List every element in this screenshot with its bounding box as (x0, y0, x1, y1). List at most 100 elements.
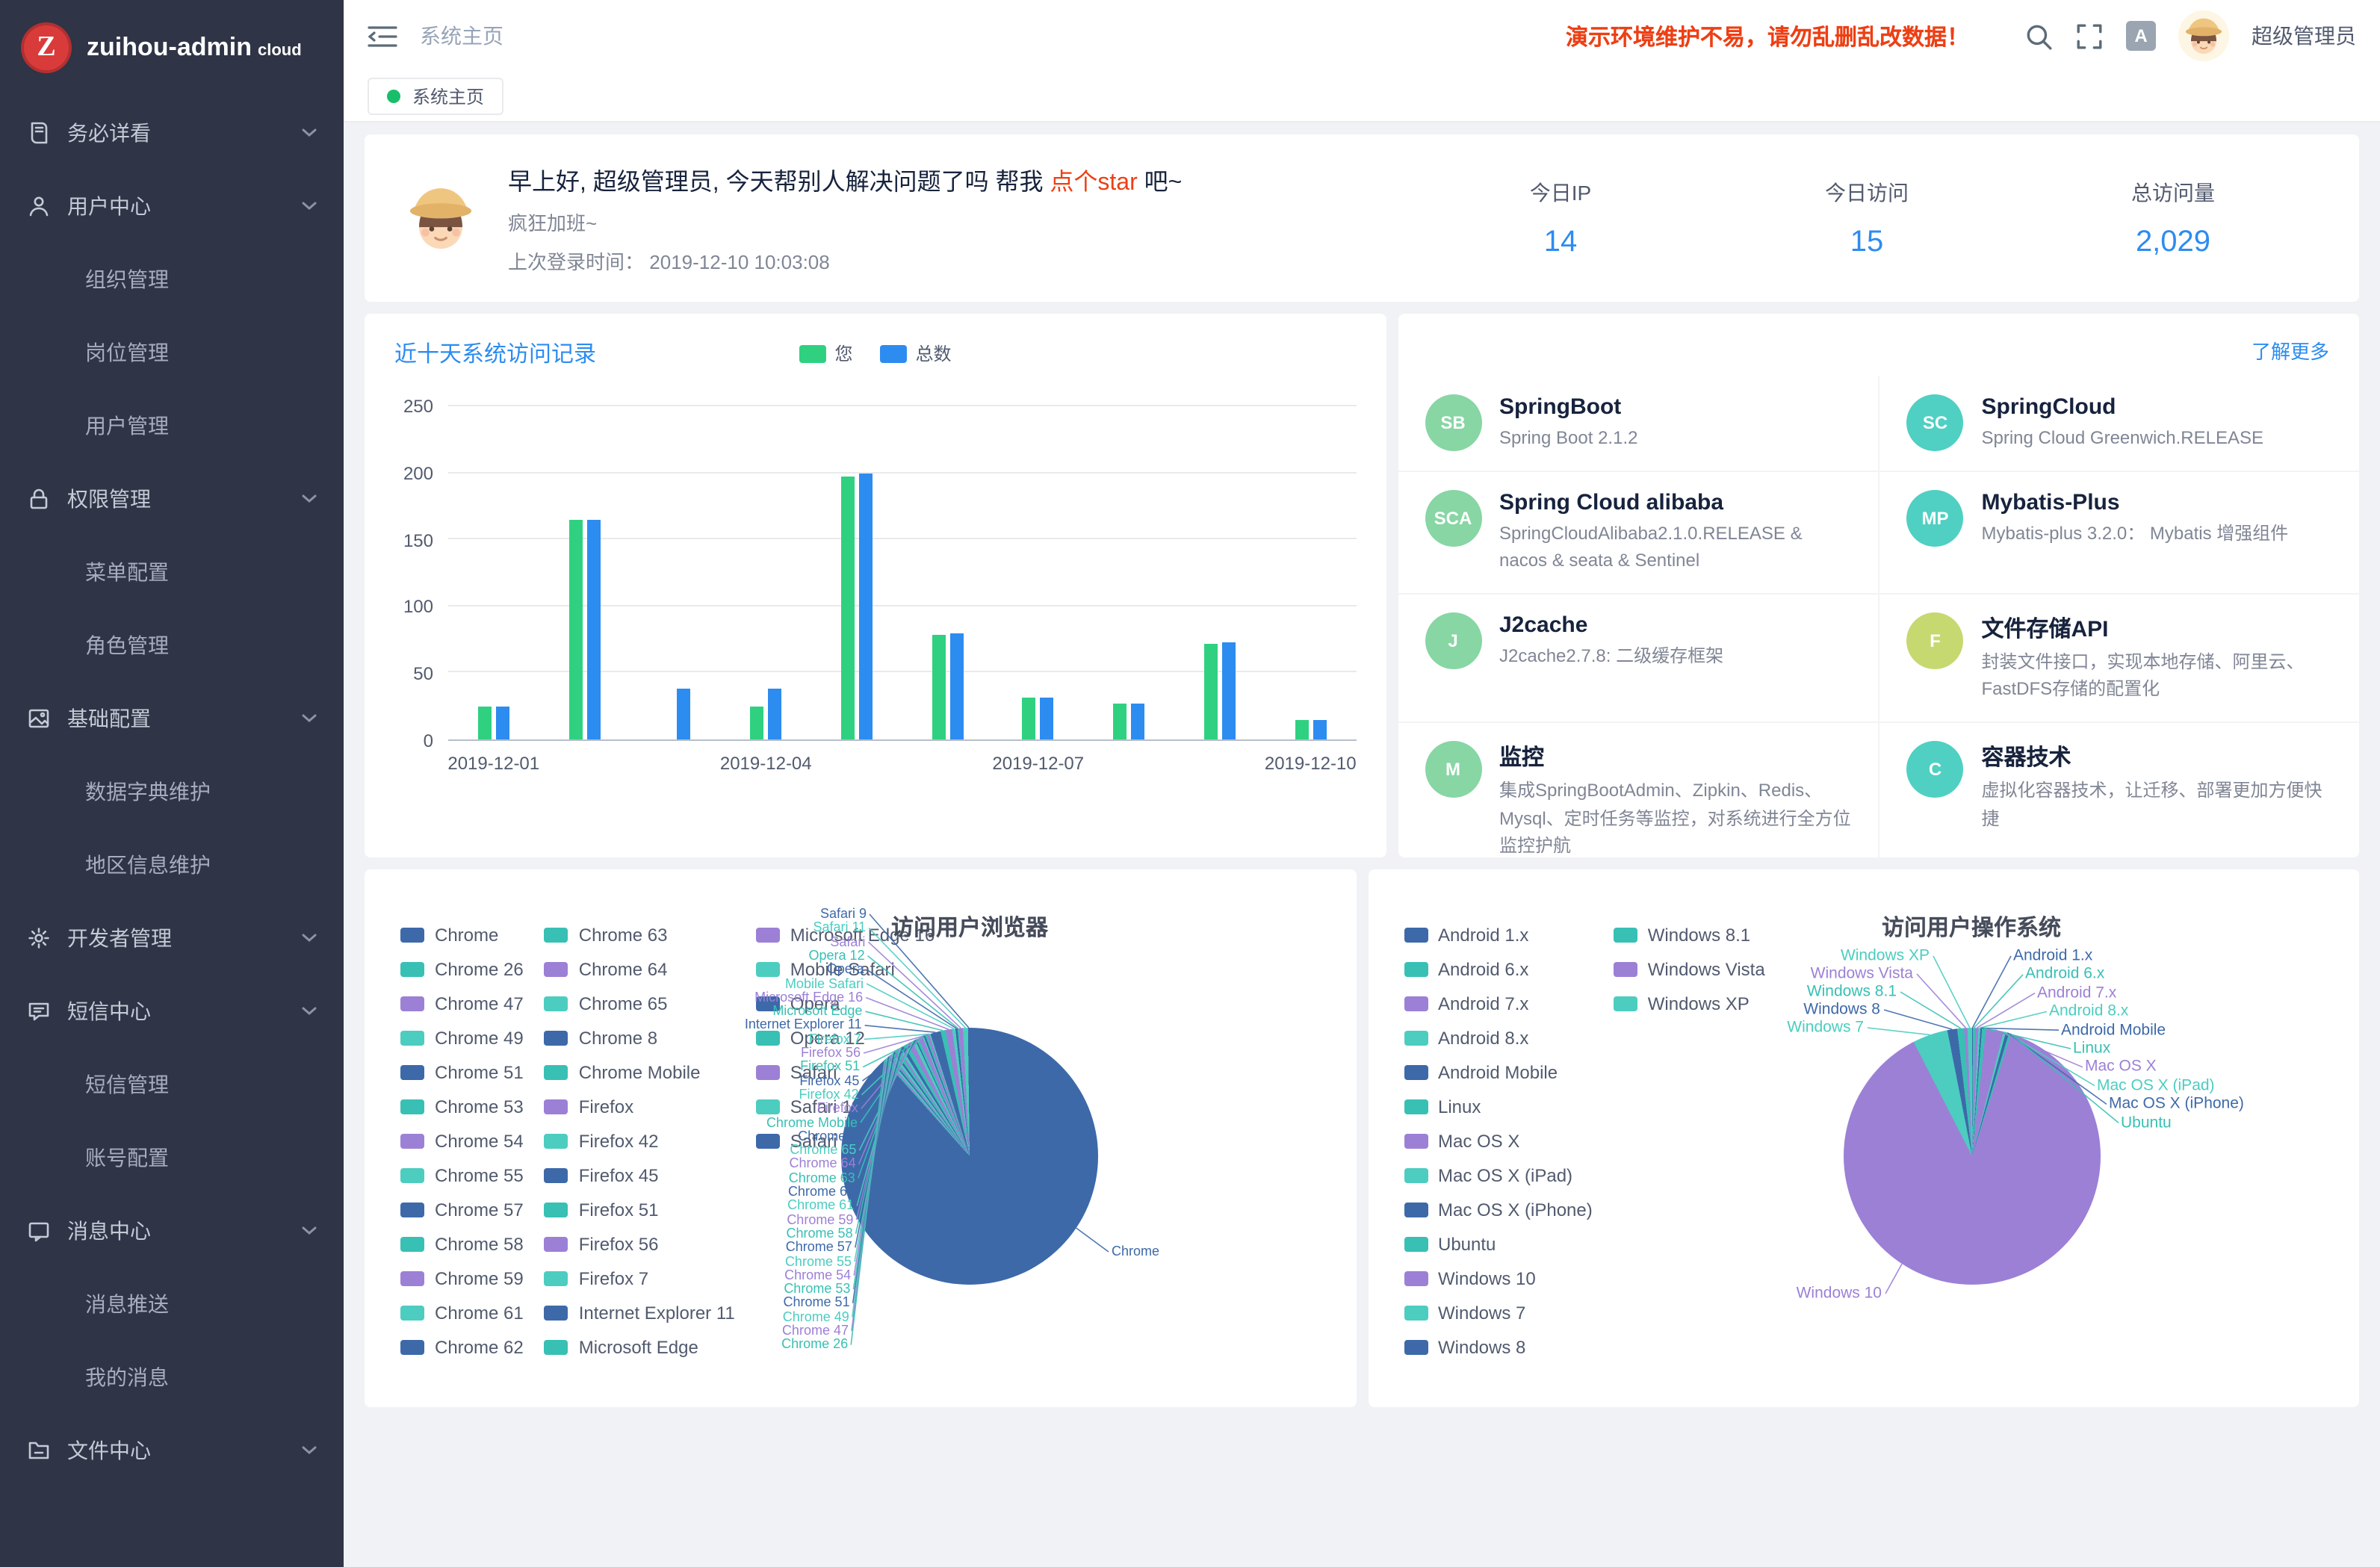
learn-more-link[interactable]: 了解更多 (2252, 336, 2329, 364)
pie-callout-label: Firefox 51 (800, 1061, 860, 1074)
legend-item[interactable]: Android 1.x (1404, 917, 1593, 952)
legend-item[interactable]: Chrome 57 (400, 1192, 524, 1226)
legend-item[interactable]: Windows 7 (1404, 1295, 1593, 1329)
legend-item[interactable]: Microsoft Edge (545, 1329, 735, 1364)
sidebar-item[interactable]: 消息中心 (0, 1194, 344, 1267)
legend-item[interactable]: Chrome 47 (400, 986, 524, 1020)
legend-item[interactable]: Firefox 56 (545, 1226, 735, 1261)
legend-item[interactable]: Firefox 45 (545, 1158, 735, 1192)
bar-总数[interactable] (1131, 704, 1144, 739)
sidebar-subitem[interactable]: 菜单配置 (0, 535, 344, 608)
username[interactable]: 超级管理员 (2252, 21, 2356, 51)
bar-您[interactable] (1204, 644, 1218, 739)
bar-您[interactable] (841, 477, 855, 739)
legend-item[interactable]: Chrome 55 (400, 1158, 524, 1192)
bar-您[interactable] (750, 706, 763, 739)
pie-callout-label: Windows 7 (1787, 1020, 1864, 1036)
os-chart-card-pie[interactable] (1843, 1028, 2100, 1285)
sidebar-item[interactable]: 务必详看 (0, 96, 344, 169)
sidebar-subitem[interactable]: 地区信息维护 (0, 828, 344, 901)
legend-item[interactable]: Android 6.x (1404, 952, 1593, 986)
bar-您[interactable] (1113, 704, 1127, 739)
legend-item[interactable]: Chrome 61 (400, 1295, 524, 1329)
sidebar-item[interactable]: 用户中心 (0, 169, 344, 242)
sidebar-item[interactable]: 文件中心 (0, 1413, 344, 1486)
legend-item[interactable]: Firefox 42 (545, 1123, 735, 1158)
legend-item[interactable]: Android Mobile (1404, 1055, 1593, 1089)
sidebar-subitem[interactable]: 角色管理 (0, 608, 344, 681)
legend-item[interactable]: Windows 8.1 (1614, 917, 1765, 952)
legend-item[interactable]: Chrome 59 (400, 1261, 524, 1295)
sidebar-item[interactable]: 开发者管理 (0, 901, 344, 974)
legend-item[interactable]: Mac OS X (iPhone) (1404, 1192, 1593, 1226)
bar-总数[interactable] (586, 520, 600, 739)
pie-callout-label: Chrome 54 (784, 1269, 851, 1282)
font-size-icon[interactable]: A (2126, 21, 2156, 51)
legend-item[interactable]: Chrome 51 (400, 1055, 524, 1089)
legend-item[interactable]: Chrome Mobile (545, 1055, 735, 1089)
sidebar-subitem[interactable]: 组织管理 (0, 242, 344, 315)
sidebar-subitem[interactable]: 我的消息 (0, 1340, 344, 1413)
legend-item[interactable]: Chrome 65 (545, 986, 735, 1020)
bar-总数[interactable] (1313, 719, 1326, 739)
pie-callout-label: Windows XP (1841, 949, 1930, 964)
legend-item[interactable]: 总数 (880, 341, 952, 366)
browser-chart-card-pie[interactable] (841, 1028, 1098, 1285)
sidebar-subitem[interactable]: 用户管理 (0, 388, 344, 462)
bar-总数[interactable] (496, 706, 509, 739)
sidebar-subitem[interactable]: 岗位管理 (0, 315, 344, 388)
legend-item[interactable]: Chrome 64 (545, 952, 735, 986)
legend-item[interactable]: Chrome 49 (400, 1020, 524, 1055)
user-avatar[interactable] (2178, 10, 2229, 61)
sidebar-subitem[interactable]: 消息推送 (0, 1267, 344, 1340)
legend-item[interactable]: Android 8.x (1404, 1020, 1593, 1055)
bar-您[interactable] (932, 636, 945, 739)
sidebar-subitem[interactable]: 数据字典维护 (0, 754, 344, 828)
sidebar-subitem[interactable]: 账号配置 (0, 1120, 344, 1194)
collapse-sidebar-icon[interactable] (368, 23, 397, 49)
bar-总数[interactable] (859, 473, 873, 739)
sidebar-subitem[interactable]: 短信管理 (0, 1047, 344, 1120)
legend-item[interactable]: Firefox 51 (545, 1192, 735, 1226)
legend-item[interactable]: Windows 8 (1404, 1329, 1593, 1364)
legend-item[interactable]: Chrome 62 (400, 1329, 524, 1364)
bar-总数[interactable] (678, 689, 691, 739)
legend-item[interactable]: 您 (799, 341, 852, 366)
legend-item[interactable]: Ubuntu (1404, 1226, 1593, 1261)
legend-item[interactable]: Windows XP (1614, 986, 1765, 1020)
bar-总数[interactable] (768, 689, 781, 739)
bar-您[interactable] (568, 520, 582, 739)
legend-item[interactable]: Mac OS X (iPad) (1404, 1158, 1593, 1192)
legend-item[interactable]: Internet Explorer 11 (545, 1295, 735, 1329)
legend-item[interactable]: Chrome 54 (400, 1123, 524, 1158)
sidebar-item[interactable]: 权限管理 (0, 462, 344, 535)
legend-item[interactable]: Chrome 58 (400, 1226, 524, 1261)
bar-总数[interactable] (1222, 642, 1236, 739)
bar-您[interactable] (1295, 719, 1308, 739)
logo[interactable]: Z zuihou-admincloud (0, 0, 344, 96)
bar-总数[interactable] (949, 633, 963, 739)
bar-您[interactable] (1023, 698, 1036, 739)
legend-item[interactable]: Chrome 63 (545, 917, 735, 952)
legend-item[interactable]: Chrome 8 (545, 1020, 735, 1055)
legend-item[interactable]: Chrome 53 (400, 1089, 524, 1123)
legend-item[interactable]: Firefox (545, 1089, 735, 1123)
legend-item[interactable]: Chrome (400, 917, 524, 952)
tab-home[interactable]: 系统主页 (368, 78, 503, 115)
y-tick-label: 100 (403, 597, 433, 618)
legend-item[interactable]: Mac OS X (1404, 1123, 1593, 1158)
bar-您[interactable] (478, 706, 492, 739)
legend-item[interactable]: Android 7.x (1404, 986, 1593, 1020)
bar-总数[interactable] (1041, 698, 1054, 739)
sidebar-item[interactable]: 短信中心 (0, 974, 344, 1047)
sidebar-item[interactable]: 基础配置 (0, 681, 344, 754)
search-icon[interactable] (2024, 22, 2053, 50)
fullscreen-icon[interactable] (2075, 22, 2104, 50)
legend-item[interactable]: Linux (1404, 1089, 1593, 1123)
legend-item[interactable]: Chrome 26 (400, 952, 524, 986)
star-link[interactable]: 点个star (1050, 170, 1137, 196)
legend-item[interactable]: Windows Vista (1614, 952, 1765, 986)
breadcrumb[interactable]: 系统主页 (420, 21, 503, 51)
legend-item[interactable]: Windows 10 (1404, 1261, 1593, 1295)
legend-item[interactable]: Firefox 7 (545, 1261, 735, 1295)
